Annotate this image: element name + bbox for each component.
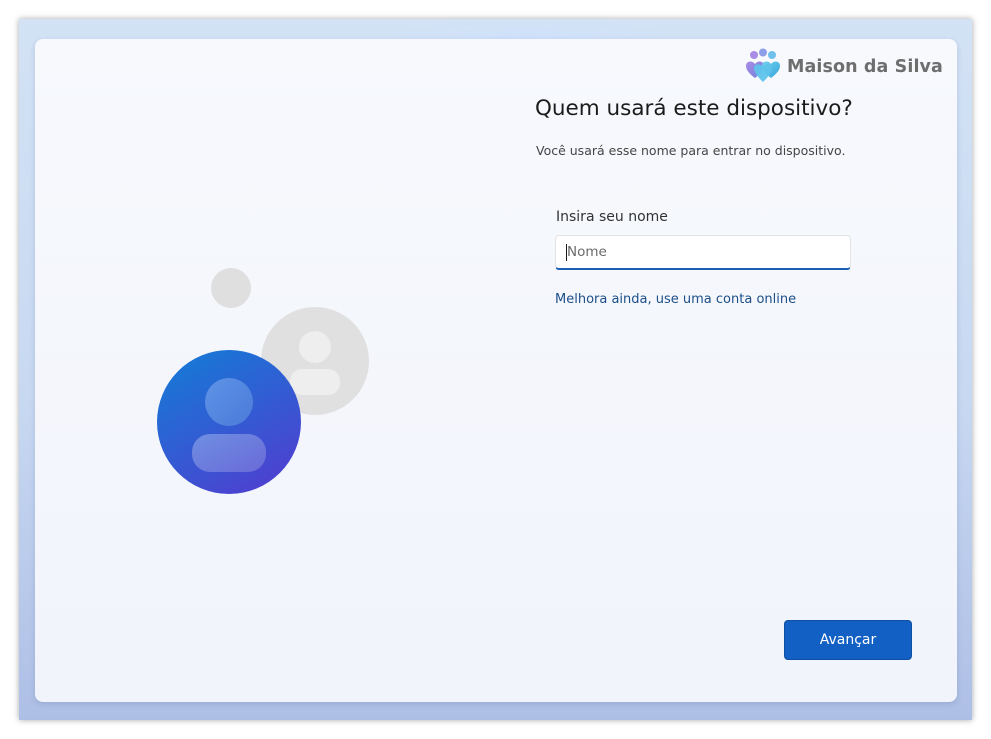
brand-name: Maison da Silva bbox=[787, 57, 943, 77]
page-subtitle: Você usará esse nome para entrar no disp… bbox=[536, 143, 846, 158]
setup-card: Maison da Silva Quem usará este disposit… bbox=[35, 39, 957, 702]
name-field-label: Insira seu nome bbox=[556, 209, 668, 225]
text-caret bbox=[566, 244, 567, 261]
brand-logo: Maison da Silva bbox=[743, 47, 943, 87]
online-account-link[interactable]: Melhora ainda, use uma conta online bbox=[555, 292, 796, 307]
next-button[interactable]: Avançar bbox=[784, 620, 912, 660]
name-input-box[interactable] bbox=[555, 235, 851, 270]
user-accounts-icon bbox=[157, 268, 369, 494]
name-input[interactable] bbox=[556, 236, 850, 268]
setup-window: Maison da Silva Quem usará este disposit… bbox=[19, 19, 972, 720]
page-title: Quem usará este dispositivo? bbox=[535, 96, 853, 121]
people-hearts-logo-icon bbox=[746, 48, 780, 82]
